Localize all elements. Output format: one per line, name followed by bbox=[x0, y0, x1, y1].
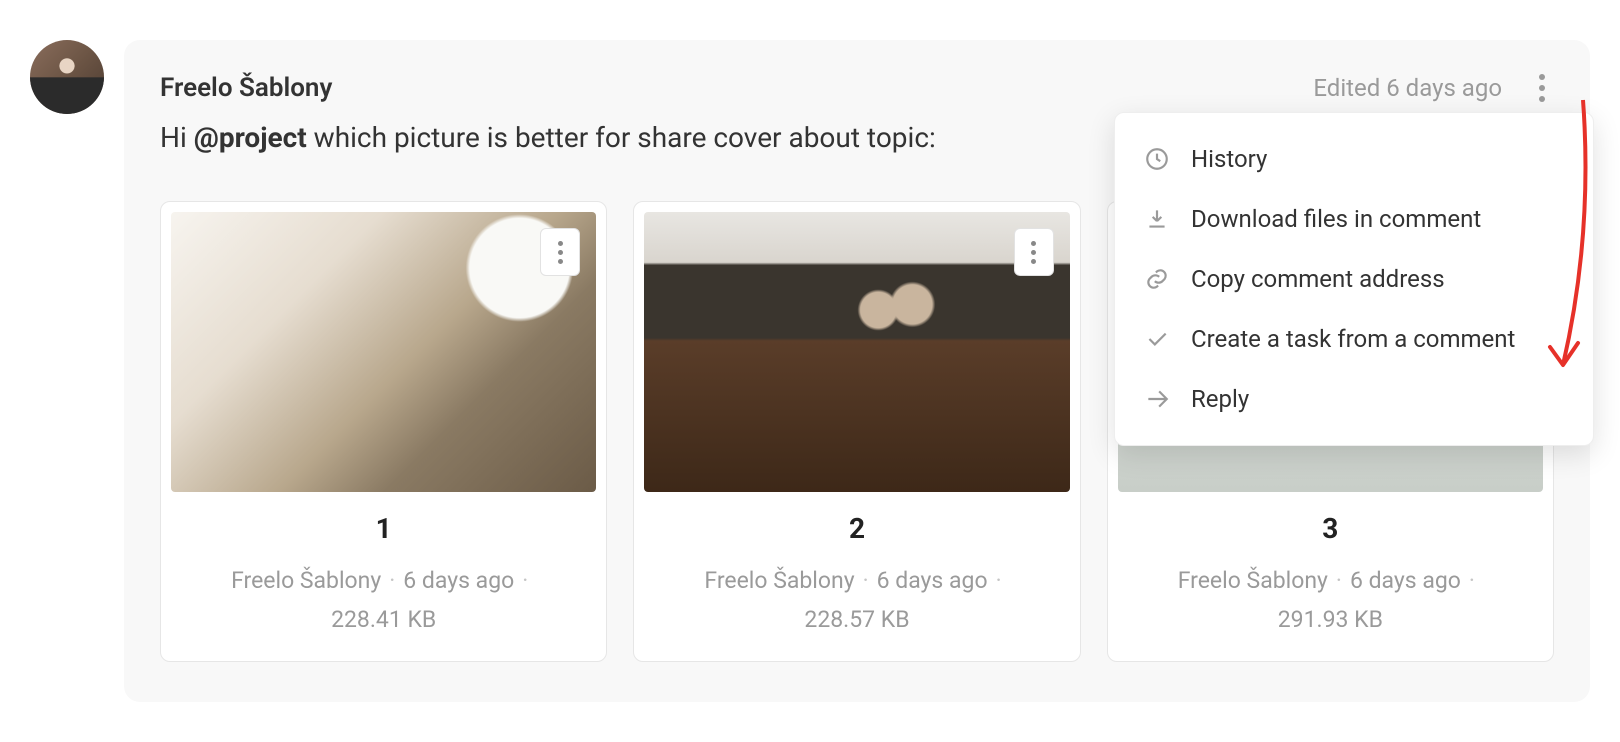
attachment-thumbnail[interactable] bbox=[644, 212, 1069, 492]
dropdown-item-history[interactable]: History bbox=[1115, 129, 1593, 189]
dropdown-label: Reply bbox=[1191, 385, 1249, 413]
meta-separator: · bbox=[1469, 567, 1475, 594]
reply-icon bbox=[1143, 385, 1171, 413]
dropdown-item-copy-link[interactable]: Copy comment address bbox=[1115, 249, 1593, 309]
attachment-more-button[interactable] bbox=[1014, 228, 1054, 276]
attachment-title: 1 bbox=[171, 512, 596, 545]
attachment-thumb-wrap bbox=[644, 212, 1069, 492]
attachment-time: 6 days ago bbox=[403, 567, 514, 594]
comment-text-prefix: Hi bbox=[160, 121, 194, 154]
clock-icon bbox=[1143, 145, 1171, 173]
attachment-meta: Freelo Šablony · 6 days ago · 291.93 KB bbox=[1118, 561, 1543, 639]
dropdown-label: Copy comment address bbox=[1191, 265, 1445, 293]
attachment-time: 6 days ago bbox=[877, 567, 988, 594]
dropdown-item-reply[interactable]: Reply bbox=[1115, 369, 1593, 429]
edited-timestamp: Edited 6 days ago bbox=[1313, 74, 1502, 102]
meta-separator: · bbox=[1336, 567, 1342, 594]
attachment-size: 228.57 KB bbox=[804, 606, 909, 633]
comment-card: Freelo Šablony Edited 6 days ago Hi @pro… bbox=[124, 40, 1590, 702]
attachment-title: 3 bbox=[1118, 512, 1543, 545]
dropdown-item-create-task[interactable]: Create a task from a comment bbox=[1115, 309, 1593, 369]
comment-more-button[interactable] bbox=[1530, 72, 1554, 104]
attachment-author: Freelo Šablony bbox=[704, 567, 854, 594]
comment-text-suffix: which picture is better for share cover … bbox=[307, 121, 936, 154]
attachment-title: 2 bbox=[644, 512, 1069, 545]
attachment-thumb-wrap bbox=[171, 212, 596, 492]
dropdown-label: Download files in comment bbox=[1191, 205, 1481, 233]
attachment-card[interactable]: 1 Freelo Šablony · 6 days ago · 228.41 KB bbox=[160, 201, 607, 662]
comment-block: Freelo Šablony Edited 6 days ago Hi @pro… bbox=[30, 40, 1590, 702]
attachment-card[interactable]: 2 Freelo Šablony · 6 days ago · 228.57 KB bbox=[633, 201, 1080, 662]
dropdown-label: Create a task from a comment bbox=[1191, 325, 1515, 353]
meta-separator: · bbox=[522, 567, 528, 594]
avatar[interactable] bbox=[30, 40, 104, 114]
attachment-size: 291.93 KB bbox=[1278, 606, 1383, 633]
mention[interactable]: @project bbox=[194, 121, 307, 154]
attachment-meta: Freelo Šablony · 6 days ago · 228.41 KB bbox=[171, 561, 596, 639]
attachment-thumbnail[interactable] bbox=[171, 212, 596, 492]
attachment-author: Freelo Šablony bbox=[1178, 567, 1328, 594]
meta-separator: · bbox=[863, 567, 869, 594]
attachment-time: 6 days ago bbox=[1350, 567, 1461, 594]
attachment-size: 228.41 KB bbox=[331, 606, 436, 633]
check-icon bbox=[1143, 325, 1171, 353]
comment-author[interactable]: Freelo Šablony bbox=[160, 73, 332, 103]
download-icon bbox=[1143, 205, 1171, 233]
comment-actions-dropdown: History Download files in comment Copy c… bbox=[1114, 112, 1594, 446]
dropdown-item-download[interactable]: Download files in comment bbox=[1115, 189, 1593, 249]
attachment-author: Freelo Šablony bbox=[231, 567, 381, 594]
link-icon bbox=[1143, 265, 1171, 293]
meta-separator: · bbox=[389, 567, 395, 594]
attachment-more-button[interactable] bbox=[540, 228, 580, 276]
meta-separator: · bbox=[996, 567, 1002, 594]
comment-header-right: Edited 6 days ago bbox=[1313, 72, 1554, 104]
dropdown-label: History bbox=[1191, 145, 1267, 173]
comment-header: Freelo Šablony Edited 6 days ago bbox=[160, 72, 1554, 104]
attachment-meta: Freelo Šablony · 6 days ago · 228.57 KB bbox=[644, 561, 1069, 639]
